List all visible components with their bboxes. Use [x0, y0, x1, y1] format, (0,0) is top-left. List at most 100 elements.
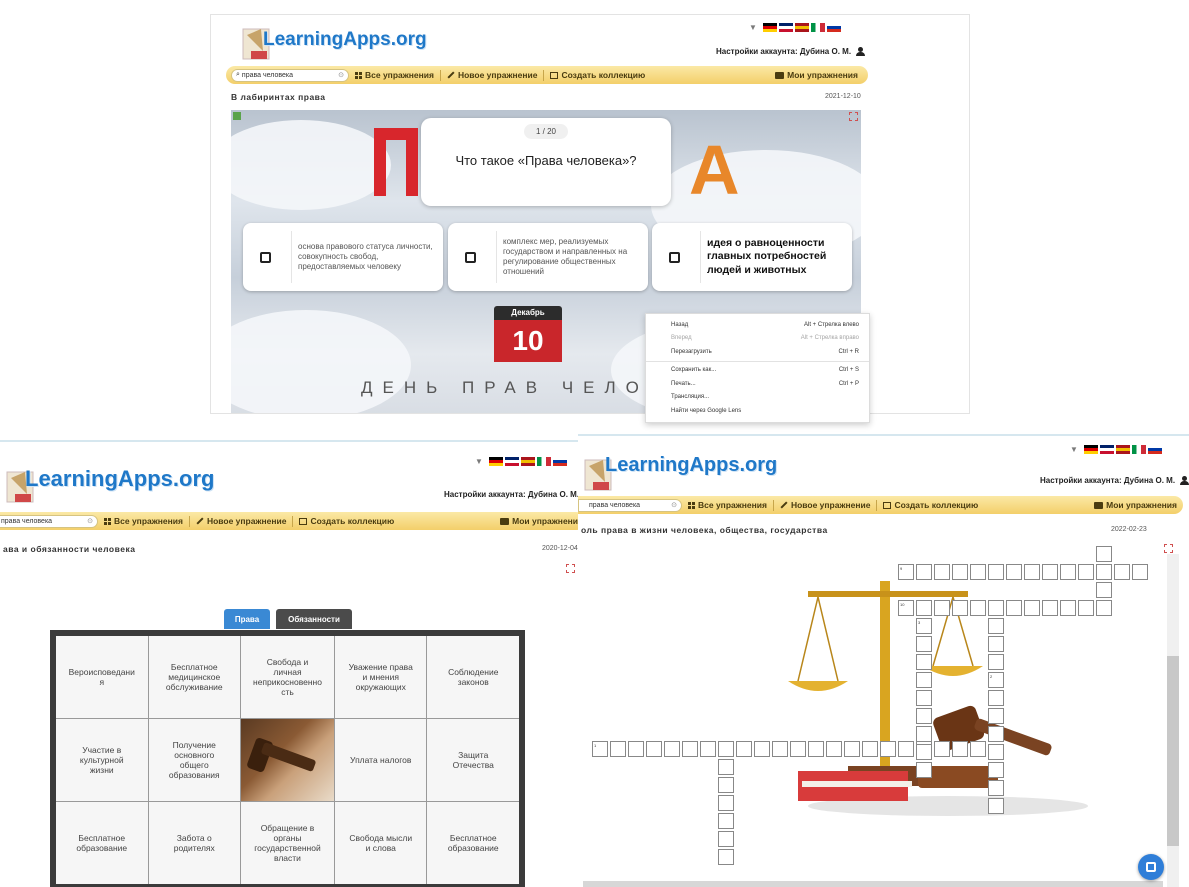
flag-it-icon[interactable] — [1131, 445, 1146, 454]
crossword-cell[interactable] — [610, 741, 626, 757]
crossword-cell[interactable] — [1096, 564, 1112, 580]
crossword-cell[interactable] — [718, 831, 734, 847]
puzzle-piece[interactable]: Бесплатное медицинское обслуживание — [148, 636, 240, 718]
crossword-cell[interactable] — [664, 741, 680, 757]
account-label[interactable]: Настройки аккаунта: Дубина О. М. — [716, 47, 851, 56]
puzzle-piece[interactable]: Уплата налогов — [334, 719, 427, 801]
tab-duties[interactable]: Обязанности — [276, 609, 352, 629]
nav-new-exercise[interactable]: Новое упражнение — [190, 516, 292, 526]
site-logo[interactable]: LearningApps.org — [605, 454, 777, 477]
crossword-cell[interactable] — [1006, 600, 1022, 616]
edit-button[interactable] — [1138, 854, 1164, 880]
flag-ru-icon[interactable] — [826, 23, 841, 32]
site-logo[interactable]: LearningApps.org — [25, 466, 214, 492]
clear-icon[interactable]: ⊙ — [671, 501, 677, 509]
answer-option-1[interactable]: основа правового статуса личности, совок… — [243, 223, 443, 291]
dropdown-arrow-icon[interactable]: ▼ — [1070, 445, 1078, 454]
search-input[interactable]: ⌕ права человека ⊙ — [231, 68, 349, 82]
crossword-cell[interactable] — [1078, 564, 1094, 580]
crossword-cell[interactable] — [718, 759, 734, 775]
crossword-cell[interactable] — [916, 708, 932, 724]
crossword-cell[interactable] — [970, 564, 986, 580]
search-input[interactable]: права человека ⊙ — [0, 514, 98, 528]
crossword-cell[interactable] — [772, 741, 788, 757]
crossword-cell[interactable] — [1078, 600, 1094, 616]
nav-my-exercises[interactable]: Мои упражнения — [500, 516, 583, 526]
site-logo[interactable]: LearningApps.org — [263, 29, 427, 51]
crossword-cell[interactable] — [988, 762, 1004, 778]
crossword-cell[interactable] — [916, 672, 932, 688]
dropdown-arrow-icon[interactable]: ▼ — [749, 23, 757, 32]
checkbox[interactable] — [260, 251, 271, 263]
crossword-cell[interactable] — [1132, 564, 1148, 580]
flag-es-icon[interactable] — [1115, 445, 1130, 454]
tab-rights[interactable]: Права — [224, 609, 270, 629]
crossword-cell[interactable] — [718, 795, 734, 811]
puzzle-piece[interactable]: Забота о родителях — [148, 802, 240, 884]
crossword-cell[interactable] — [916, 744, 932, 760]
account-label[interactable]: Настройки аккаунта: Дубина О. М. — [1040, 476, 1175, 485]
crossword-cell[interactable] — [916, 600, 932, 616]
crossword-cell[interactable] — [1096, 600, 1112, 616]
crossword-cell[interactable] — [988, 600, 1004, 616]
puzzle-piece[interactable]: Защита Отечества — [427, 719, 519, 801]
dropdown-arrow-icon[interactable]: ▼ — [475, 457, 483, 466]
crossword-cell[interactable] — [988, 618, 1004, 634]
puzzle-piece[interactable]: Обращение в органы государственной власт… — [241, 802, 334, 884]
flag-ru-icon[interactable] — [1147, 445, 1162, 454]
answer-option-3[interactable]: идея о равноценности главных потребносте… — [652, 223, 852, 291]
crossword-cell[interactable] — [700, 741, 716, 757]
crossword-cell[interactable] — [916, 564, 932, 580]
flag-it-icon[interactable] — [810, 23, 825, 32]
puzzle-piece[interactable]: Бесплатное образование — [427, 802, 519, 884]
flag-it-icon[interactable] — [536, 457, 551, 466]
language-flags[interactable]: ▼ — [749, 23, 841, 32]
answer-option-2[interactable]: комплекс мер, реализуемых государством и… — [448, 223, 648, 291]
nav-my-exercises[interactable]: Мои упражнения — [775, 70, 858, 80]
crossword-cell[interactable] — [988, 690, 1004, 706]
flag-uk-icon[interactable] — [778, 23, 793, 32]
fullscreen-icon[interactable] — [849, 112, 858, 121]
crossword-cell[interactable] — [1060, 564, 1076, 580]
flag-ru-icon[interactable] — [552, 457, 567, 466]
crossword-cell[interactable] — [934, 600, 950, 616]
context-menu-item[interactable]: Трансляция... — [646, 391, 869, 405]
puzzle-piece[interactable]: Вероисповедани я — [56, 636, 148, 718]
crossword-cell[interactable] — [952, 741, 968, 757]
crossword-cell[interactable] — [916, 762, 932, 778]
nav-all-exercises[interactable]: Все упражнения — [98, 516, 189, 526]
crossword-cell[interactable] — [952, 600, 968, 616]
puzzle-piece[interactable]: Получение основного общего образования — [148, 719, 240, 801]
puzzle-piece[interactable]: Участие в культурной жизни — [56, 719, 148, 801]
crossword-cell[interactable] — [1042, 564, 1058, 580]
crossword-cell[interactable] — [1060, 600, 1076, 616]
nav-create-collection[interactable]: Создать коллекцию — [293, 516, 400, 526]
scrollbar-thumb[interactable] — [1167, 656, 1179, 846]
crossword-cell[interactable] — [1096, 582, 1112, 598]
flag-uk-icon[interactable] — [504, 457, 519, 466]
crossword-cell[interactable] — [1024, 600, 1040, 616]
account-label[interactable]: Настройки аккаунта: Дубина О. М. — [444, 490, 579, 499]
user-icon[interactable] — [1180, 476, 1189, 485]
horizontal-scrollbar[interactable] — [583, 881, 1163, 887]
crossword-cell[interactable] — [880, 741, 896, 757]
crossword-cell[interactable] — [718, 849, 734, 865]
puzzle-piece[interactable]: Уважение права и мнения окружающих — [334, 636, 427, 718]
checkbox[interactable] — [465, 251, 476, 263]
account-settings[interactable]: Настройки аккаунта: Дубина О. М. — [1040, 476, 1189, 485]
crossword-cell[interactable] — [628, 741, 644, 757]
clear-icon[interactable]: ⊙ — [87, 517, 93, 525]
crossword-cell[interactable] — [862, 741, 878, 757]
crossword-cell[interactable] — [988, 744, 1004, 760]
crossword-cell[interactable] — [952, 564, 968, 580]
flag-uk-icon[interactable] — [1099, 445, 1114, 454]
language-flags[interactable]: ▼ — [1070, 445, 1162, 454]
crossword-cell[interactable] — [790, 741, 806, 757]
puzzle-piece[interactable]: Свобода мысли и слова — [334, 802, 427, 884]
crossword-cell[interactable] — [988, 726, 1004, 742]
account-settings[interactable]: Настройки аккаунта: Дубина О. М. — [444, 490, 585, 499]
crossword-cell[interactable] — [916, 690, 932, 706]
crossword-cell[interactable] — [898, 741, 914, 757]
crossword-cell[interactable]: 10 — [898, 600, 914, 616]
nav-create-collection[interactable]: Создать коллекцию — [877, 500, 984, 510]
